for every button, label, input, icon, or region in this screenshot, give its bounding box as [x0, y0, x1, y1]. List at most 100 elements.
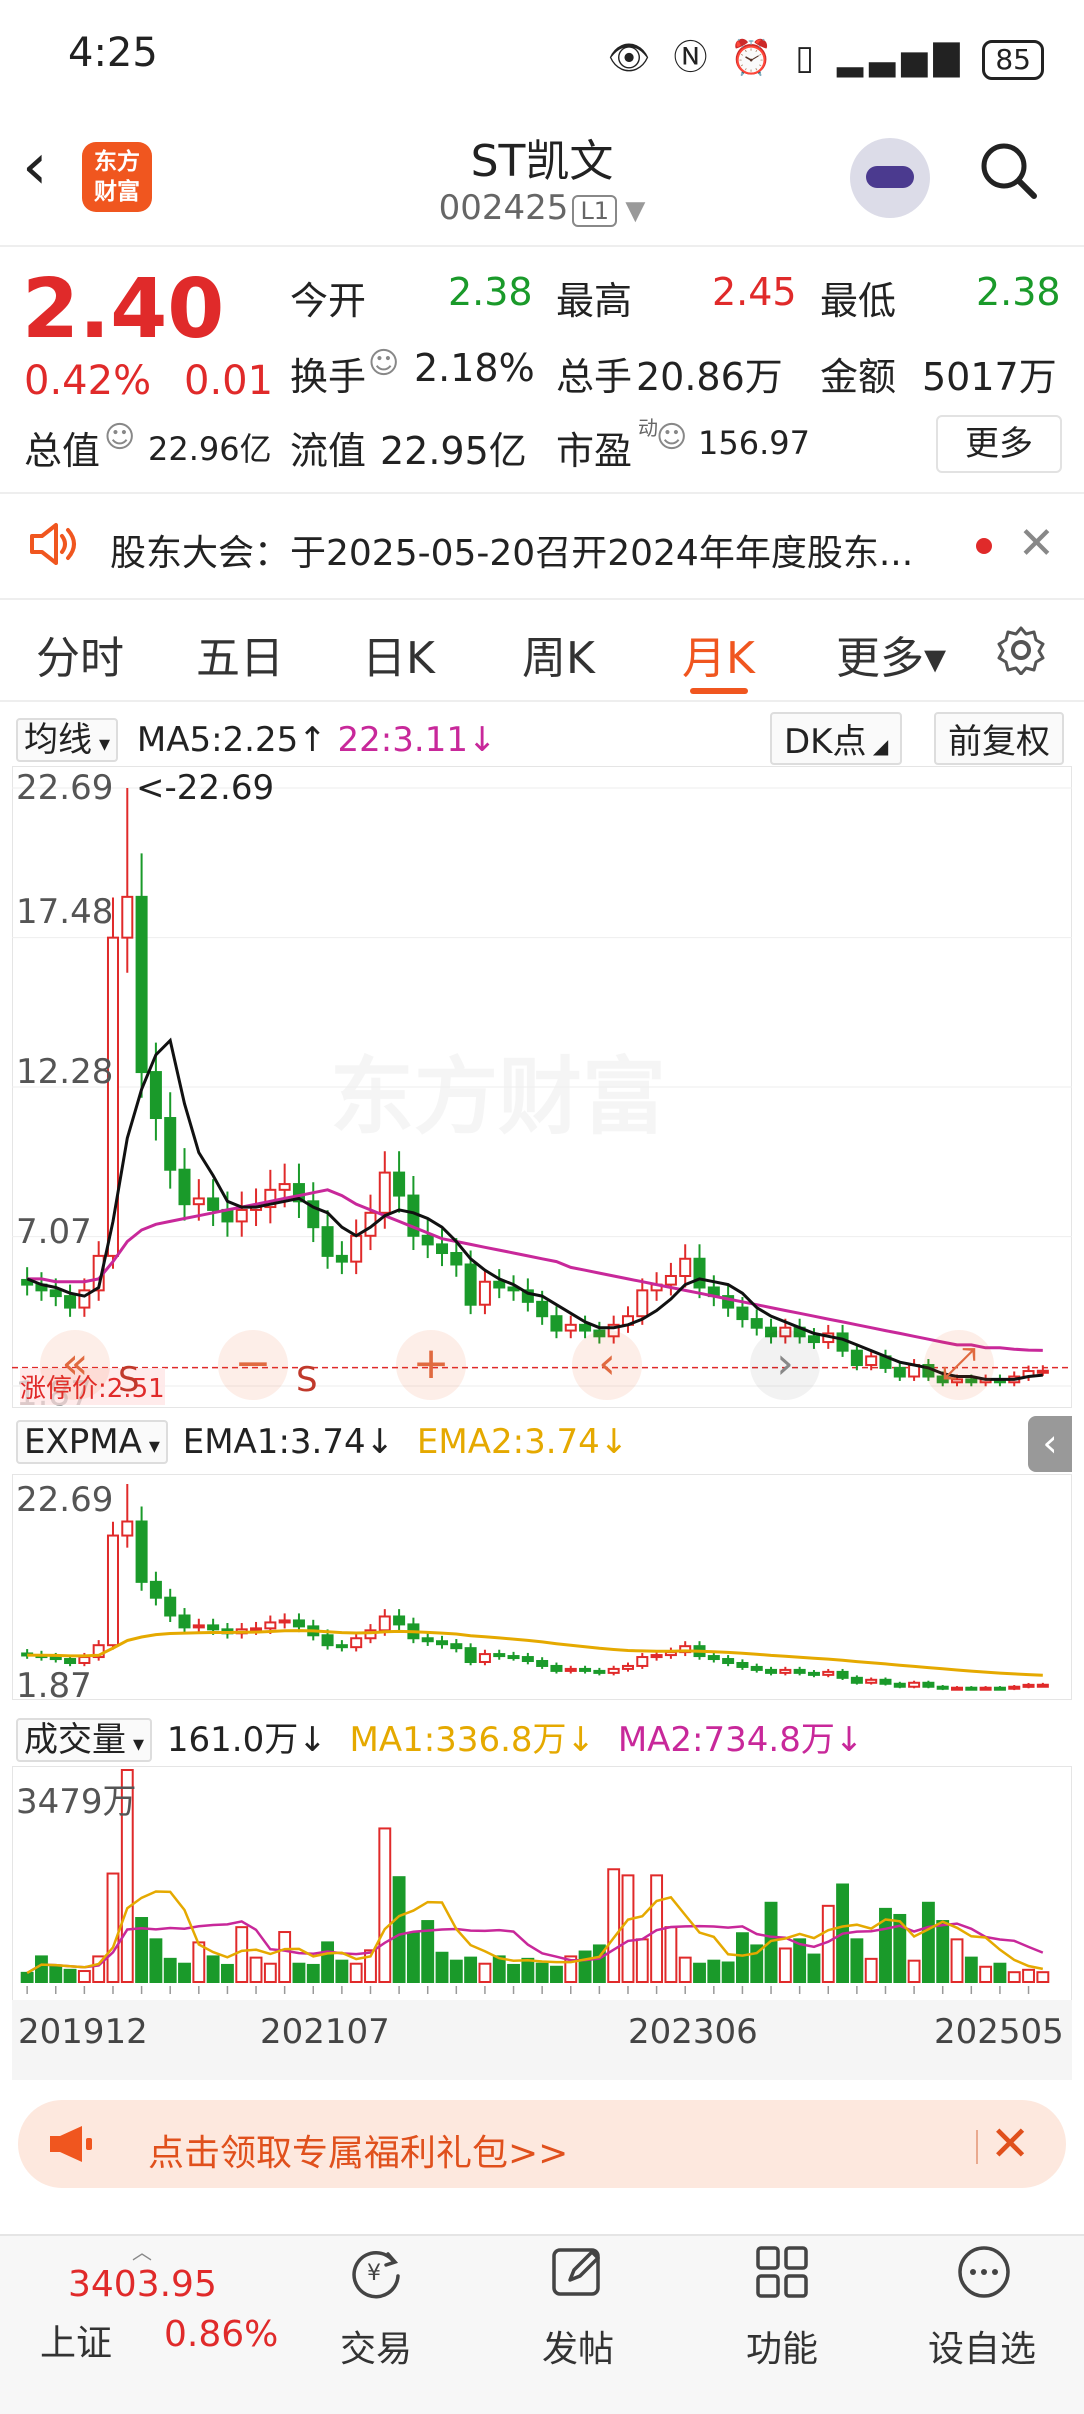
candle-body	[421, 1234, 434, 1246]
close-icon[interactable]: ✕	[1018, 518, 1055, 569]
candle-body	[350, 1234, 363, 1263]
scroll-left-button[interactable]: ‹	[572, 1330, 642, 1400]
candle-body	[1036, 1369, 1049, 1374]
volume-bar	[492, 1955, 506, 1983]
y-tick-3: 12.28	[16, 1052, 114, 1092]
scroll-right-button[interactable]: ›	[750, 1330, 820, 1400]
candle-body	[736, 1306, 749, 1321]
x-axis-strip	[12, 2000, 1072, 2080]
candle-body	[421, 1637, 434, 1643]
candle-body	[965, 1686, 978, 1691]
candle-body	[750, 1665, 763, 1671]
candle-body	[335, 1644, 348, 1649]
candle-body	[908, 1681, 921, 1688]
assistant-robot-icon[interactable]	[850, 138, 930, 218]
x-tick-3: 202306	[628, 2012, 758, 2052]
volume-bar	[936, 1920, 950, 1983]
candle-body	[378, 1171, 391, 1214]
candle-body	[750, 1318, 763, 1329]
nav-trade[interactable]: 交易	[340, 2320, 412, 2372]
candle-body	[378, 1615, 391, 1632]
chevron-up-icon[interactable]: ︿	[132, 2236, 152, 2265]
volume-chart[interactable]	[12, 1766, 1072, 2002]
volume-bar	[864, 1957, 878, 1983]
candle-body	[121, 895, 134, 939]
candle-body	[321, 1634, 334, 1647]
candle-body	[593, 1669, 606, 1674]
x-tick-2: 202107	[260, 2012, 390, 2052]
index-change[interactable]: 0.86%	[164, 2314, 278, 2355]
turnover-value: 2.18%	[414, 346, 535, 390]
candle-body	[1008, 1685, 1021, 1690]
zoom-out-button[interactable]: −	[218, 1330, 288, 1400]
pe-value: 156.97	[698, 424, 810, 462]
more-quote-button[interactable]: 更多	[936, 415, 1062, 473]
volume-indicator-select[interactable]: 成交量 ▾	[16, 1718, 153, 1762]
volume-bar	[507, 1963, 520, 1983]
amount-value: 5017万	[922, 355, 1057, 399]
promo-text[interactable]: 点击领取专属福利礼包>>	[148, 2124, 568, 2176]
candle-body	[936, 1685, 949, 1690]
turnover-label: 换手	[290, 355, 367, 399]
tab-more[interactable]: 更多▾	[836, 622, 946, 686]
volume-bar	[449, 1959, 463, 1983]
info-icon[interactable]: ☺	[368, 346, 399, 381]
volume-bar	[993, 1962, 1007, 1984]
info-icon[interactable]: ☺	[104, 420, 135, 455]
scroll-left-fast-button[interactable]: «	[40, 1330, 110, 1400]
info-icon[interactable]: ☺	[656, 420, 687, 455]
notice-text[interactable]: 股东大会：于2025-05-20召开2024年年度股东...	[110, 524, 913, 576]
y-tick-max: 22.69	[16, 768, 114, 808]
nav-add-watchlist[interactable]: 设自选	[928, 2320, 1036, 2372]
mktcap-value: 22.96亿	[148, 430, 272, 468]
expma-indicator-select[interactable]: EXPMA ▾	[16, 1420, 168, 1464]
volume-bar	[950, 1938, 964, 1984]
ma-indicator-select[interactable]: 均线 ▾	[16, 718, 119, 762]
x-tick-4: 202505	[934, 2012, 1064, 2052]
active-tab-indicator	[690, 688, 748, 694]
zoom-in-button[interactable]: +	[396, 1330, 466, 1400]
nav-post[interactable]: 发帖	[542, 2320, 614, 2372]
candle-body	[865, 1678, 878, 1684]
kline-chart[interactable]	[12, 766, 1072, 1408]
volume-bar	[292, 1962, 306, 1984]
volume-bar	[63, 1968, 77, 1984]
candle-body	[664, 1274, 677, 1286]
candle-body	[951, 1686, 964, 1691]
tab-monthly-k[interactable]: 月K	[682, 622, 755, 686]
change-percent: 0.42%	[24, 358, 152, 404]
pe-label: 市盈	[556, 429, 633, 473]
search-icon[interactable]	[978, 140, 1038, 200]
volume-bar	[306, 1963, 320, 1983]
expma-chart[interactable]	[12, 1474, 1072, 1700]
index-value[interactable]: 3403.95	[68, 2264, 217, 2305]
tab-daily-k[interactable]: 日K	[362, 622, 435, 686]
ema2-value: EMA2:3.74↓	[416, 1422, 629, 1462]
grid-functions-icon[interactable]	[752, 2242, 812, 2302]
tab-intraday[interactable]: 分时	[36, 622, 124, 686]
low-label: 最低	[820, 279, 897, 323]
candle-body	[207, 1624, 220, 1631]
candle-body	[135, 895, 148, 1074]
close-icon[interactable]: ✕	[990, 2116, 1030, 2172]
candle-body	[679, 1257, 692, 1277]
nav-functions[interactable]: 功能	[746, 2320, 818, 2372]
trade-icon[interactable]: ¥	[344, 2242, 404, 2302]
candle-body	[493, 1653, 506, 1658]
candle-body	[1022, 1683, 1035, 1688]
open-label: 今开	[290, 279, 367, 323]
edit-post-icon[interactable]	[548, 2242, 608, 2302]
adjust-button[interactable]: 前复权	[934, 712, 1064, 765]
volume-bar	[607, 1868, 621, 1983]
candle-body	[793, 1668, 806, 1674]
tab-weekly-k[interactable]: 周K	[522, 622, 595, 686]
dk-point-button[interactable]: DK点 ◢	[770, 712, 903, 765]
fullscreen-button[interactable]: ⤢	[924, 1330, 994, 1400]
collapse-panel-button[interactable]: ‹	[1028, 1416, 1072, 1472]
index-name[interactable]: 上证	[40, 2314, 112, 2366]
candle-body	[149, 1580, 162, 1599]
tab-five-day[interactable]: 五日	[196, 622, 284, 686]
gear-icon[interactable]	[996, 625, 1046, 675]
candle-body	[922, 1681, 935, 1688]
more-dots-icon[interactable]	[954, 2242, 1014, 2302]
